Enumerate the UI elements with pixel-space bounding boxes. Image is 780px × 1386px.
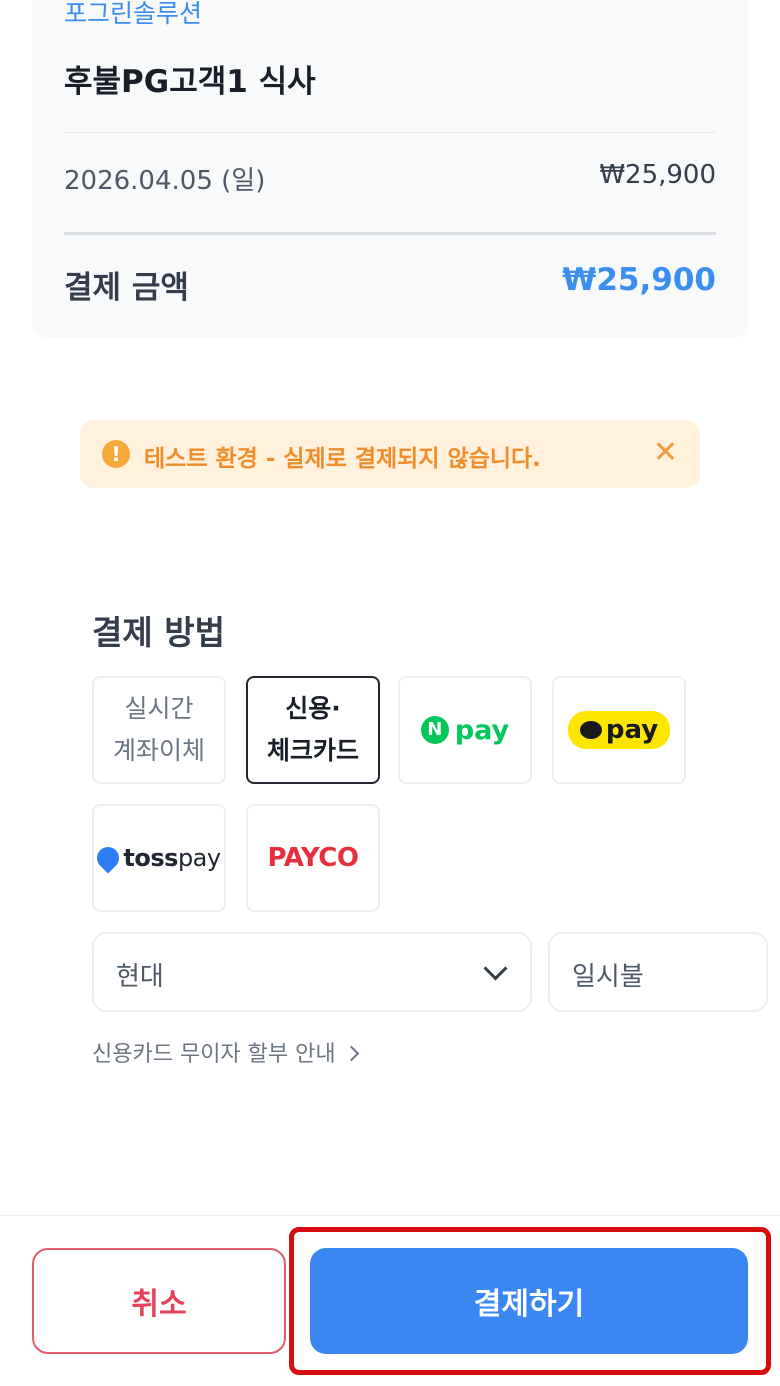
test-environment-notice: ! 테스트 환경 - 실제로 결제되지 않습니다. ✕ xyxy=(80,420,700,488)
merchant-name: 포그린솔루션 xyxy=(64,0,203,28)
installment-value: 일시불 xyxy=(572,962,644,992)
method-label: pay xyxy=(605,715,659,745)
divider xyxy=(64,132,716,133)
naver-pay-logo: N pay xyxy=(420,714,510,746)
divider xyxy=(64,232,716,235)
method-payco[interactable]: PAYCO xyxy=(246,804,380,912)
method-credit-card[interactable]: 신용· 체크카드 xyxy=(246,676,380,784)
method-label-light: pay xyxy=(177,844,221,872)
payment-method-title: 결제 방법 xyxy=(92,613,225,652)
divider xyxy=(0,1215,780,1216)
close-icon[interactable]: ✕ xyxy=(653,436,678,470)
method-label: 신용· 체크카드 xyxy=(266,694,359,765)
installment-info-text: 신용카드 무이자 할부 안내 xyxy=(92,1042,336,1067)
cancel-button[interactable]: 취소 xyxy=(32,1248,286,1354)
total-label: 결제 금액 xyxy=(64,270,189,306)
card-company-value: 현대 xyxy=(116,962,164,992)
toss-icon xyxy=(92,842,124,874)
toss-pay-logo: tosspay xyxy=(92,842,221,874)
method-bank-transfer[interactable]: 실시간 계좌이체 xyxy=(92,676,226,784)
pay-button[interactable]: 결제하기 xyxy=(310,1248,748,1354)
method-kakao-pay[interactable]: pay xyxy=(552,676,686,784)
card-company-select[interactable]: 현대 xyxy=(92,932,532,1012)
order-date: 2026.04.05 (일) xyxy=(64,166,266,196)
chevron-right-icon xyxy=(343,1045,359,1062)
kakao-pay-logo: pay xyxy=(567,711,671,749)
method-toss-pay[interactable]: tosspay xyxy=(92,804,226,912)
installment-info-link[interactable]: 신용카드 무이자 할부 안내 xyxy=(92,1036,359,1068)
method-label: pay xyxy=(454,714,510,746)
warning-icon: ! xyxy=(102,440,130,468)
product-name: 후불PG고객1 식사 xyxy=(64,64,316,100)
chevron-down-icon xyxy=(483,956,508,981)
payco-logo: PAYCO xyxy=(267,843,359,873)
method-label-bold: toss xyxy=(123,844,178,872)
speech-bubble-icon xyxy=(579,721,602,739)
notice-text: 테스트 환경 - 실제로 결제되지 않습니다. xyxy=(144,446,541,472)
installment-select[interactable]: 일시불 xyxy=(548,932,768,1012)
naver-n-icon: N xyxy=(420,716,449,744)
method-naver-pay[interactable]: N pay xyxy=(398,676,532,784)
method-label: 실시간 계좌이체 xyxy=(112,694,205,765)
item-amount: ₩25,900 xyxy=(599,160,716,190)
total-amount: ₩25,900 xyxy=(562,262,716,298)
